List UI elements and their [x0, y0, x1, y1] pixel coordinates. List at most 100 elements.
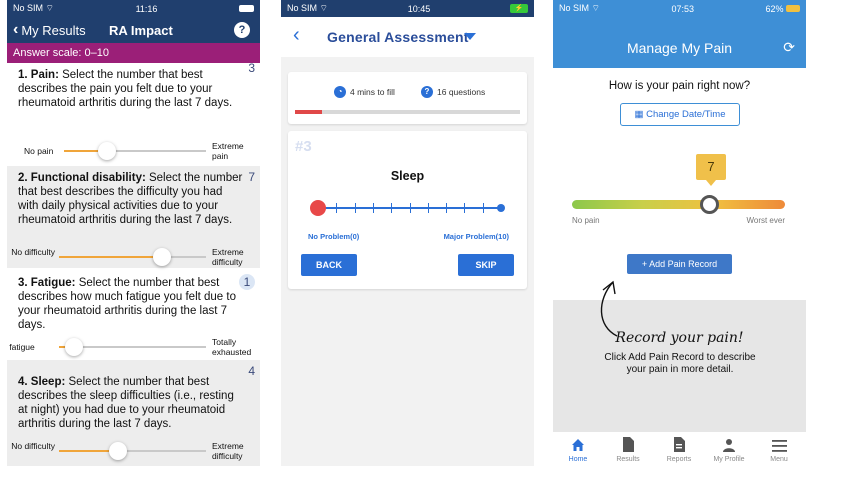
slider-thumb[interactable]: [64, 338, 83, 356]
slider-min-label: No pain: [572, 216, 600, 225]
slider-tick: [372, 203, 374, 213]
tab-bar: Home Results Reports My Profile Menu: [553, 432, 806, 466]
status-time: 10:45: [407, 3, 431, 14]
chevron-left-icon[interactable]: ‹: [293, 24, 300, 47]
status-bar: No SIM ⌔ 11:16: [7, 0, 260, 17]
pain-slider[interactable]: No pain Extreme pain: [7, 138, 260, 164]
skip-button[interactable]: SKIP: [458, 254, 514, 276]
slider-tick: [409, 203, 411, 213]
home-icon: [553, 436, 603, 452]
manage-my-pain-screen: No SIM ⌔ 07:53 62% Manage My Pain ⟳ How …: [553, 0, 806, 466]
back-button[interactable]: BACK: [301, 254, 357, 276]
slider-thumb[interactable]: [97, 142, 116, 160]
page-title: RA Impact: [109, 22, 173, 38]
slider-max-label: Worst ever: [746, 216, 785, 225]
callout-text: Click Add Pain Record to describe your p…: [604, 352, 756, 375]
slider-min-label: No difficulty: [11, 247, 55, 257]
question-sleep: 4 4. Sleep: Select the number that best …: [7, 360, 260, 466]
question-card: #3 Sleep No Problem(0) Major Problem(10)…: [288, 131, 527, 289]
functional-disability-slider[interactable]: No difficulty Extreme difficulty: [7, 244, 260, 270]
battery-icon: [786, 4, 800, 12]
status-bar: No SIM ⌔ 10:45 ⚡: [281, 0, 534, 17]
slider-tick: [336, 203, 338, 213]
add-pain-record-button[interactable]: + Add Pain Record: [627, 254, 732, 274]
slider-max-label: Totally exhausted: [212, 337, 252, 357]
app-header: No SIM ⌔ 07:53 62% Manage My Pain ⟳: [553, 0, 806, 68]
slider-tick: [354, 203, 356, 213]
wifi-icon: ⌔: [591, 3, 600, 13]
status-time: 07:53: [671, 3, 694, 14]
question-fatigue: 1 3. Fatigue: Select the number that bes…: [7, 268, 260, 358]
answer-scale-banner: Answer scale: 0–10: [7, 43, 260, 63]
duration-info: ◔ 4 mins to fill: [334, 86, 395, 98]
ra-impact-screen: No SIM ⌔ 11:16 ‹ My Results RA Impact ? …: [7, 0, 260, 466]
question-number: #3: [295, 138, 312, 155]
question-count-info: ? 16 questions: [421, 86, 485, 98]
status-bar: No SIM ⌔ 07:53 62%: [553, 0, 806, 17]
tab-my-profile[interactable]: My Profile: [704, 436, 754, 463]
tab-menu[interactable]: Menu: [754, 436, 804, 463]
question-title: 3. Fatigue:: [18, 277, 76, 289]
answer-value: 1: [239, 274, 255, 290]
question-title: 4. Sleep:: [18, 376, 66, 388]
slider-fill: [59, 256, 162, 258]
slider-tick: [464, 203, 466, 213]
tab-reports[interactable]: Reports: [654, 436, 704, 463]
question-icon: ?: [421, 86, 433, 98]
slider-thumb[interactable]: [152, 248, 171, 266]
tab-home[interactable]: Home: [553, 436, 603, 463]
slider-min-label: No Problem(0): [308, 232, 360, 241]
caret-down-icon[interactable]: [464, 33, 476, 40]
calendar-icon: ▦: [634, 109, 644, 120]
chevron-left-icon: ‹: [13, 21, 19, 38]
slider-min-label: No difficulty: [11, 441, 55, 451]
status-time: 11:16: [135, 3, 158, 14]
question-title: 1. Pain:: [18, 69, 59, 81]
user-icon: [704, 436, 754, 452]
nav-bar: ‹ My Results RA Impact ?: [7, 17, 260, 43]
pain-slider-thumb[interactable]: [700, 195, 719, 214]
clock-icon: ◔: [334, 86, 346, 98]
battery-status: 62%: [765, 4, 800, 14]
pain-slider[interactable]: [572, 200, 785, 209]
slider-end-dot: [497, 204, 505, 212]
slider-thumb[interactable]: [310, 200, 326, 216]
battery-charging-icon: ⚡: [510, 4, 528, 13]
slider-max-label: Major Problem(10): [443, 232, 509, 241]
question-functional-disability: 7 2. Functional disability: Select the n…: [7, 166, 260, 268]
status-carrier: No SIM ⌔: [559, 3, 600, 13]
answer-value: 4: [248, 364, 255, 378]
wifi-icon: ⌔: [45, 3, 54, 13]
slider-max-label: Extreme difficulty: [212, 441, 244, 461]
tab-results[interactable]: Results: [603, 436, 653, 463]
menu-icon: [754, 436, 804, 452]
status-carrier: No SIM ⌔: [13, 3, 54, 13]
slider-tick: [391, 203, 393, 213]
battery-icon: [238, 5, 254, 12]
answer-value: 3: [248, 61, 255, 75]
progress-fill: [295, 110, 322, 114]
question-title: Sleep: [390, 169, 425, 183]
help-icon[interactable]: ?: [234, 22, 250, 38]
slider-min-label: No pain: [24, 146, 54, 156]
slider-tick: [427, 203, 429, 213]
slider-thumb[interactable]: [108, 442, 127, 460]
back-button[interactable]: ‹ My Results: [13, 22, 86, 38]
slider-max-label: Extreme difficulty: [212, 247, 244, 267]
question-pain: 3 1. Pain: Select the number that best d…: [7, 61, 260, 161]
change-date-button[interactable]: ▦ Change Date/Time: [620, 103, 740, 126]
report-icon: [654, 436, 704, 452]
page-title: Manage My Pain: [626, 40, 733, 56]
fatigue-slider[interactable]: No fatigue Totally exhausted: [7, 334, 260, 360]
progress-bar: [295, 110, 520, 114]
status-carrier: No SIM ⌔: [287, 3, 328, 13]
sleep-slider[interactable]: No difficulty Extreme difficulty: [7, 438, 260, 464]
general-assessment-screen: No SIM ⌔ 10:45 ⚡ ‹ General Assessment ◔ …: [281, 0, 534, 466]
slider-tick: [446, 203, 448, 213]
sync-icon[interactable]: ⟳: [783, 39, 795, 56]
pain-question: How is your pain right now?: [608, 80, 751, 92]
assessment-info-card: ◔ 4 mins to fill ? 16 questions: [288, 72, 527, 124]
page-title: General Assessment: [327, 29, 469, 45]
answer-value: 7: [248, 170, 255, 184]
slider-max-label: Extreme pain: [212, 141, 244, 161]
